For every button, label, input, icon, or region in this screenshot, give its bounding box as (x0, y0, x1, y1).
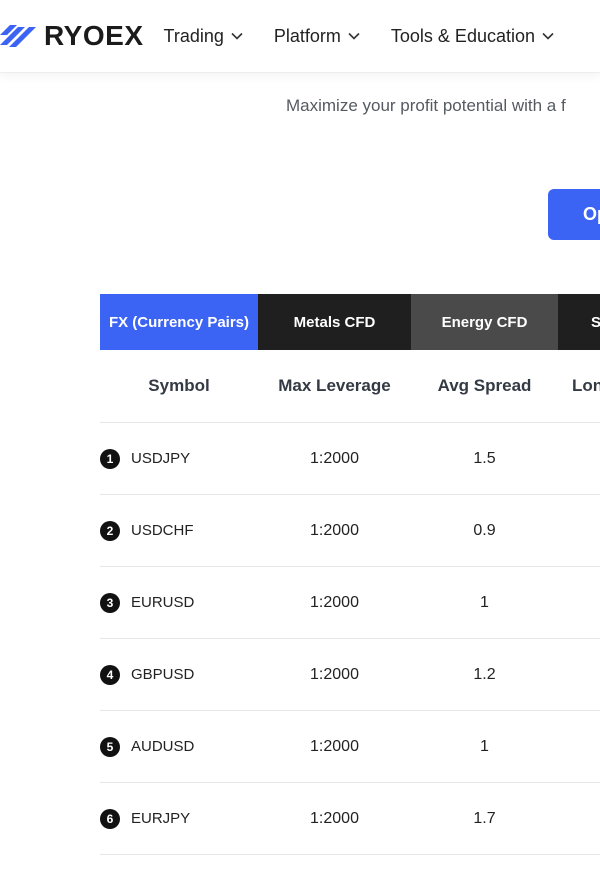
symbol-cell: 3 EURUSD (100, 592, 258, 613)
leverage-cell: 1:2000 (310, 665, 359, 683)
leverage-cell: 1:2000 (310, 737, 359, 755)
spread-cell: 1.2 (473, 665, 496, 683)
main-nav: Trading Platform Tools & Education (164, 26, 586, 47)
logo-text: RYOEX (44, 20, 144, 51)
symbol-name: GBPUSD (131, 666, 195, 683)
tab-energy-cfd[interactable]: Energy CFD (411, 294, 558, 350)
spread-cell: 1.5 (473, 449, 496, 467)
nav-trading[interactable]: Trading (164, 26, 243, 47)
logo-stripes-icon (0, 25, 36, 47)
rank-badge: 4 (100, 664, 120, 685)
symbol-name: AUDUSD (131, 738, 195, 755)
tab-next-category[interactable]: S (558, 294, 600, 350)
leverage-cell: 1:2000 (310, 593, 359, 611)
symbol-cell: 6 EURJPY (100, 808, 258, 829)
spread-cell: 1 (480, 593, 489, 611)
spread-cell: 0.9 (473, 521, 496, 539)
chevron-down-icon (542, 32, 554, 40)
header-max-leverage: Max Leverage (278, 376, 391, 395)
tab-metals-cfd[interactable]: Metals CFD (258, 294, 411, 350)
chevron-down-icon (348, 32, 360, 40)
header-avg-spread: Avg Spread (437, 376, 532, 395)
spread-cell: 1 (480, 737, 489, 755)
table-row: 5 AUDUSD 1:2000 1 (100, 711, 600, 783)
table-row: 6 EURJPY 1:2000 1.7 (100, 783, 600, 855)
symbol-name: USDCHF (131, 522, 194, 539)
table-row: 1 USDJPY 1:2000 1.5 (100, 423, 600, 495)
nav-platform[interactable]: Platform (274, 26, 360, 47)
logo[interactable]: RYOEX (0, 0, 144, 72)
nav-tools-education-label: Tools & Education (390, 25, 535, 46)
tab-fx-currency-pairs[interactable]: FX (Currency Pairs) (100, 294, 258, 350)
rank-badge: 5 (100, 736, 120, 757)
leverage-cell: 1:2000 (310, 809, 359, 827)
symbol-name: USDJPY (131, 450, 191, 467)
leverage-cell: 1:2000 (310, 449, 359, 467)
header-long: Lon (572, 376, 600, 395)
nav-platform-label: Platform (273, 25, 341, 46)
nav-tools-education[interactable]: Tools & Education (391, 26, 554, 47)
instrument-table: Symbol Max Leverage Avg Spread Lon 1 USD… (100, 350, 600, 855)
rank-badge: 2 (100, 520, 120, 541)
chevron-down-icon (231, 32, 243, 40)
table-row: 4 GBPUSD 1:2000 1.2 (100, 639, 600, 711)
rank-badge: 6 (100, 808, 120, 829)
nav-trading-label: Trading (163, 25, 224, 46)
table-header: Symbol Max Leverage Avg Spread Lon (100, 350, 600, 423)
spread-cell: 1.7 (473, 809, 496, 827)
symbol-cell: 5 AUDUSD (100, 736, 258, 757)
instrument-tabs: FX (Currency Pairs) Metals CFD Energy CF… (100, 294, 600, 350)
site-header: RYOEX Trading Platform Tools & Education (0, 0, 600, 73)
symbol-name: EURJPY (131, 810, 191, 827)
symbol-cell: 1 USDJPY (100, 448, 258, 469)
table-row: 3 EURUSD 1:2000 1 (100, 567, 600, 639)
rank-badge: 1 (100, 448, 120, 469)
rank-badge: 3 (100, 592, 120, 613)
header-symbol: Symbol (148, 376, 210, 395)
open-account-button-label: Op (583, 204, 600, 224)
hero-subtitle: Maximize your profit potential with a f (286, 96, 566, 115)
leverage-cell: 1:2000 (310, 521, 359, 539)
symbol-cell: 2 USDCHF (100, 520, 258, 541)
table-row: 2 USDCHF 1:2000 0.9 (100, 495, 600, 567)
page: RYOEX Trading Platform Tools & Education… (0, 0, 600, 875)
symbol-cell: 4 GBPUSD (100, 664, 258, 685)
symbol-name: EURUSD (131, 594, 195, 611)
open-account-button[interactable]: Op (548, 189, 600, 240)
